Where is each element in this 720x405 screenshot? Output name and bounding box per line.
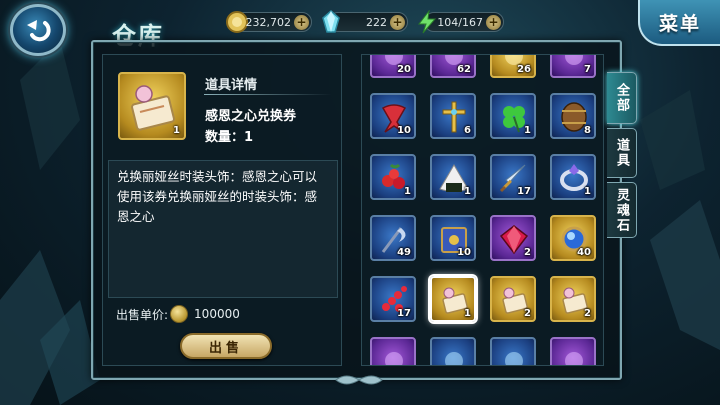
item-slot-count: 6 <box>464 125 471 136</box>
crystal-counter: 222 + <box>322 10 408 33</box>
purple-item-icon <box>565 352 583 365</box>
item-slot-count: 40 <box>577 247 591 258</box>
lightning-icon <box>417 10 437 34</box>
stamina-add-button[interactable]: + <box>486 15 501 30</box>
sell-button[interactable]: 出售 <box>180 333 272 359</box>
item-slot[interactable] <box>550 337 596 365</box>
back-button[interactable] <box>10 4 66 56</box>
item-slot[interactable] <box>490 337 536 365</box>
item-slot[interactable]: 6 <box>430 93 476 139</box>
item-slot-count: 1 <box>524 125 531 136</box>
item-slot[interactable]: 62 <box>430 55 476 78</box>
crystal-icon <box>322 10 340 33</box>
menu-button[interactable]: 菜单 <box>638 0 720 46</box>
item-slot[interactable] <box>370 337 416 365</box>
item-slot[interactable]: 2 <box>490 215 536 261</box>
item-slot[interactable]: 1 <box>550 154 596 200</box>
menu-label: 菜单 <box>658 12 701 35</box>
quantity-value: 1 <box>244 130 254 145</box>
item-slot[interactable]: 40 <box>550 215 596 261</box>
item-slot[interactable]: 7 <box>550 55 596 78</box>
tab-soul-stones-label: 灵魂石 <box>614 187 629 233</box>
item-name: 感恩之心兑换券 <box>205 109 297 124</box>
item-slot[interactable]: 1 <box>490 93 536 139</box>
item-slot[interactable]: 49 <box>370 215 416 261</box>
tab-all[interactable]: 全部 <box>607 72 637 124</box>
tab-all-label: 全部 <box>614 83 629 113</box>
back-arrow-icon <box>27 20 51 42</box>
item-slot-selected[interactable]: 1 <box>430 276 476 322</box>
item-slot-count: 2 <box>584 308 591 319</box>
price-label: 出售单价: <box>116 307 169 322</box>
selected-item-preview: 1 <box>118 72 186 140</box>
item-slot[interactable]: 2 <box>550 276 596 322</box>
item-slot-count: 2 <box>524 247 531 258</box>
stamina-counter: 104/167 + <box>417 10 504 34</box>
item-slot-count: 10 <box>457 247 471 258</box>
item-slot-count: 20 <box>397 64 411 75</box>
quantity-label: 数量： <box>205 130 245 145</box>
tab-soul-stones[interactable]: 灵魂石 <box>607 182 637 238</box>
detail-heading: 道具详情 <box>205 78 258 93</box>
item-slot-count: 26 <box>517 64 531 75</box>
item-slot-count: 62 <box>457 64 471 75</box>
item-grid[interactable]: 20 62 26 7 10 6 1 8 1 1 17 1 49 10 2 40 17 1 2 2 <box>361 54 604 366</box>
item-slot[interactable]: 17 <box>490 154 536 200</box>
detail-divider <box>204 94 332 95</box>
item-description: 兑换丽娅丝时装头饰：感恩之心可以使用该券兑换丽娅丝的时装头饰：感恩之心 <box>117 169 318 224</box>
item-slot[interactable]: 10 <box>370 93 416 139</box>
stamina-value: 104/167 <box>437 16 483 29</box>
item-slot-count: 7 <box>584 64 591 75</box>
item-slot[interactable]: 26 <box>490 55 536 78</box>
item-slot-count: 8 <box>584 125 591 136</box>
item-slot-count: 17 <box>517 186 531 197</box>
item-count: 1 <box>173 125 180 136</box>
gold-counter: 232,702 + <box>226 11 312 33</box>
gold-value: 232,702 <box>245 16 292 29</box>
gold-coin-icon <box>170 305 189 323</box>
item-slot[interactable]: 8 <box>550 93 596 139</box>
quantity-row: 数量：1 <box>205 126 253 145</box>
item-slot-count: 10 <box>397 125 411 136</box>
price-value: 100000 <box>194 307 240 321</box>
item-slot[interactable]: 17 <box>370 276 416 322</box>
blue-item-icon <box>505 352 523 365</box>
item-slot[interactable]: 20 <box>370 55 416 78</box>
purple-item-icon <box>385 352 403 365</box>
gold-add-button[interactable]: + <box>294 15 309 30</box>
sell-button-label: 出售 <box>208 340 243 356</box>
price-row: 出售单价: 100000 <box>116 305 240 323</box>
tab-items[interactable]: 道具 <box>607 128 637 178</box>
crystal-value: 222 <box>366 16 387 29</box>
description-box: 兑换丽娅丝时装头饰：感恩之心可以使用该券兑换丽娅丝的时装头饰：感恩之心 <box>108 160 338 298</box>
tab-items-label: 道具 <box>614 138 629 168</box>
item-slot[interactable]: 2 <box>490 276 536 322</box>
item-slot[interactable]: 10 <box>430 215 476 261</box>
item-slot-count: 49 <box>397 247 411 258</box>
item-slot[interactable]: 1 <box>370 154 416 200</box>
crystal-add-button[interactable]: + <box>390 15 405 30</box>
frame-ornament <box>335 375 383 385</box>
item-slot[interactable] <box>430 337 476 365</box>
item-slot-count: 1 <box>404 186 411 197</box>
item-slot-count: 1 <box>464 186 471 197</box>
item-slot-count: 2 <box>524 308 531 319</box>
item-slot-count: 1 <box>464 308 471 319</box>
blue-item-icon <box>445 352 463 365</box>
item-slot[interactable]: 1 <box>430 154 476 200</box>
item-slot-count: 1 <box>584 186 591 197</box>
item-slot-count: 17 <box>397 308 411 319</box>
